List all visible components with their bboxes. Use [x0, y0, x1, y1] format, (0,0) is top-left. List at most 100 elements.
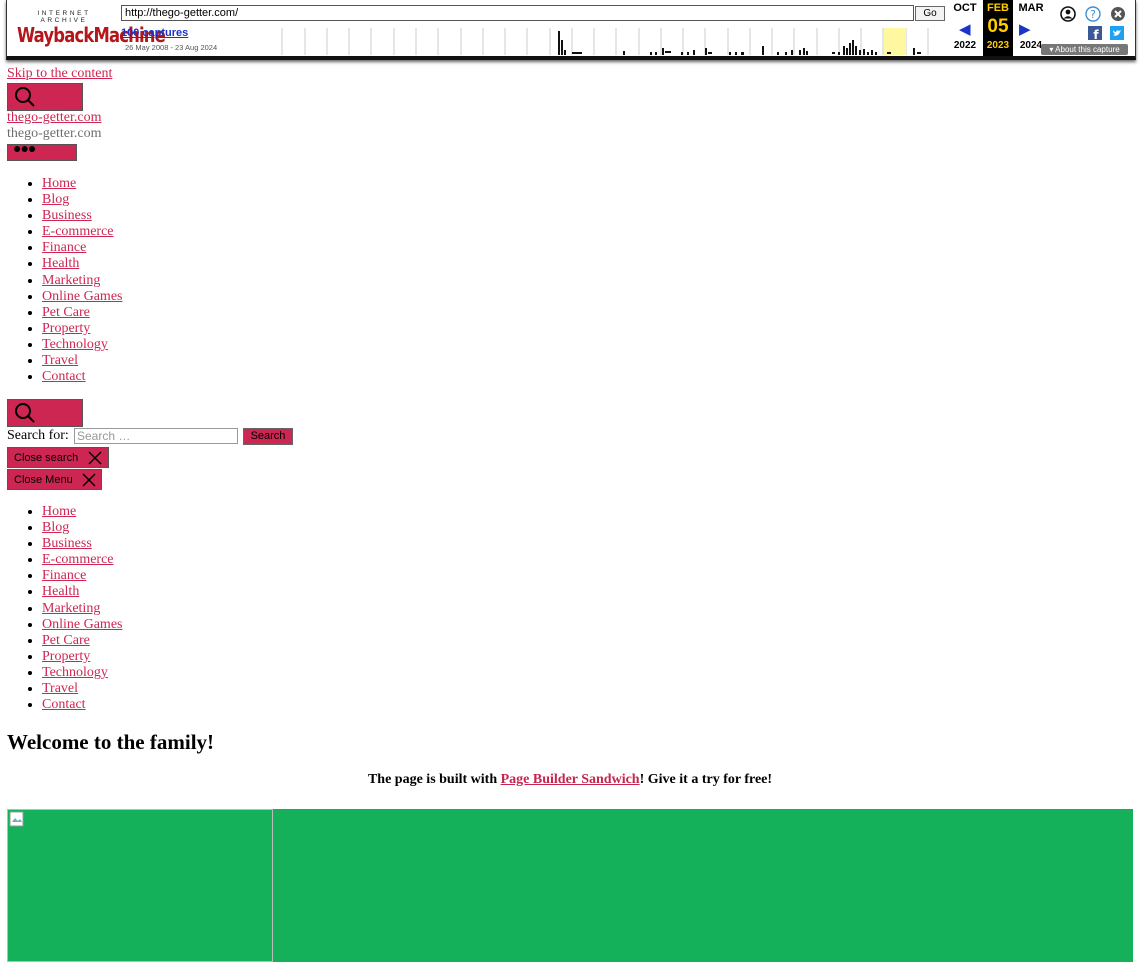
- nav-item: Home: [42, 504, 122, 520]
- builder-notice: The page is built with Page Builder Sand…: [0, 772, 1140, 788]
- next-arrow-icon[interactable]: ▶: [1019, 20, 1031, 38]
- nav-item: Travel: [42, 353, 122, 369]
- search-label: Search for:: [7, 428, 69, 443]
- modal-nav-link-blog[interactable]: Blog: [42, 520, 69, 535]
- help-icon[interactable]: ?: [1085, 6, 1101, 22]
- modal-nav-link-ecommerce[interactable]: E-commerce: [42, 552, 114, 567]
- modal-nav-link-finance[interactable]: Finance: [42, 568, 86, 583]
- close-menu-button[interactable]: Close Menu: [7, 469, 102, 490]
- prev-month-label: OCT: [953, 2, 977, 14]
- nav-link-home[interactable]: Home: [42, 176, 76, 191]
- nav-link-technology[interactable]: Technology: [42, 337, 108, 352]
- modal-nav-link-home[interactable]: Home: [42, 504, 76, 519]
- page-title: Welcome to the family!: [7, 730, 215, 754]
- page-builder-sandwich-link[interactable]: Page Builder Sandwich: [501, 772, 640, 787]
- nav-item: Blog: [42, 520, 122, 536]
- current-capture: FEB 05 2023: [983, 0, 1013, 56]
- nav-link-pet-care[interactable]: Pet Care: [42, 305, 90, 320]
- skip-to-content-link[interactable]: Skip to the content: [7, 66, 112, 82]
- more-dots-icon: ●●●: [13, 142, 36, 157]
- nav-item: Home: [42, 176, 122, 192]
- logo-top-text: INTERNET ARCHIVE: [37, 10, 91, 24]
- svg-text:?: ?: [1090, 8, 1096, 21]
- capture-sparkline[interactable]: [277, 28, 943, 55]
- modal-nav-link-business[interactable]: Business: [42, 536, 92, 551]
- modal-nav-link-pet-care[interactable]: Pet Care: [42, 633, 90, 648]
- modal-nav-link-contact[interactable]: Contact: [42, 697, 86, 712]
- about-capture-label: About this capture: [1055, 45, 1120, 54]
- current-year-label: 2023: [986, 40, 1010, 51]
- nav-item: Technology: [42, 337, 122, 353]
- prev-year-label: 2022: [953, 40, 977, 51]
- logo-main-text: WaybackMachine: [17, 23, 166, 47]
- next-month-label: MAR: [1018, 2, 1044, 14]
- calendar-nav: OCT 2022 ◀ FEB 05 2023 ▶ MAR 2024: [948, 0, 1050, 56]
- about-capture-button[interactable]: ▾ About this capture: [1041, 44, 1128, 55]
- modal-nav-link-technology[interactable]: Technology: [42, 665, 108, 680]
- go-button[interactable]: Go: [915, 6, 945, 21]
- nav-item: Technology: [42, 665, 122, 681]
- nav-item: Pet Care: [42, 305, 122, 321]
- nav-item: Business: [42, 536, 122, 552]
- nav-item: Property: [42, 649, 122, 665]
- wayback-logo[interactable]: INTERNET ARCHIVE WaybackMachine: [17, 6, 166, 47]
- nav-link-property[interactable]: Property: [42, 321, 90, 336]
- nav-item: E-commerce: [42, 224, 122, 240]
- nav-link-marketing[interactable]: Marketing: [42, 273, 100, 288]
- nav-link-blog[interactable]: Blog: [42, 192, 69, 207]
- nav-item: Blog: [42, 192, 122, 208]
- site-title-link[interactable]: thego-getter.com: [7, 110, 101, 126]
- close-search-label: Close search: [14, 452, 79, 464]
- prev-month[interactable]: OCT 2022: [950, 0, 980, 51]
- nav-link-contact[interactable]: Contact: [42, 369, 86, 384]
- menu-toggle-label: Menu: [44, 146, 72, 158]
- search-toggle-label: Search: [38, 96, 73, 108]
- facebook-icon[interactable]: f: [1088, 26, 1102, 40]
- search-modal-toggle-label: Search: [38, 412, 73, 424]
- search-toggle-button[interactable]: Search: [7, 83, 83, 111]
- nav-item: Property: [42, 321, 122, 337]
- nav-link-travel[interactable]: Travel: [42, 353, 78, 368]
- close-icon: [88, 451, 102, 465]
- nav-item: Contact: [42, 369, 122, 385]
- nav-item: Health: [42, 584, 122, 600]
- prev-arrow-icon[interactable]: ◀: [959, 20, 971, 38]
- close-search-button[interactable]: Close search: [7, 447, 109, 468]
- search-submit-button[interactable]: Search: [243, 428, 293, 445]
- nav-item: Business: [42, 208, 122, 224]
- capture-range: 26 May 2008 - 23 Aug 2024: [125, 43, 218, 52]
- nav-item: Contact: [42, 697, 122, 713]
- modal-nav-link-online-games[interactable]: Online Games: [42, 617, 122, 632]
- modal-nav-link-travel[interactable]: Travel: [42, 681, 78, 696]
- next-month[interactable]: MAR 2024: [1016, 0, 1046, 51]
- search-modal-toggle[interactable]: Search: [7, 399, 83, 427]
- current-month-label: FEB: [987, 2, 1009, 14]
- nav-item: Online Games: [42, 617, 122, 633]
- current-day-label: 05: [987, 16, 1009, 37]
- nav-item: Travel: [42, 681, 122, 697]
- nav-link-health[interactable]: Health: [42, 256, 79, 271]
- search-input[interactable]: Search …: [74, 428, 238, 444]
- nav-link-ecommerce[interactable]: E-commerce: [42, 224, 114, 239]
- twitter-icon[interactable]: [1110, 26, 1124, 40]
- user-icon[interactable]: [1060, 6, 1076, 22]
- modal-nav-link-property[interactable]: Property: [42, 649, 90, 664]
- builder-notice-prefix: The page is built with: [367, 772, 501, 787]
- broken-image-icon: [9, 811, 24, 827]
- close-icon[interactable]: [1110, 6, 1126, 22]
- nav-item: Finance: [42, 568, 122, 584]
- search-icon: [15, 403, 35, 423]
- nav-link-finance[interactable]: Finance: [42, 240, 86, 255]
- modal-nav-link-marketing[interactable]: Marketing: [42, 601, 100, 616]
- hero-section: [7, 809, 1133, 962]
- wayback-toolbar: INTERNET ARCHIVE WaybackMachine http://t…: [6, 0, 1136, 60]
- captures-link[interactable]: 100 captures: [121, 27, 188, 39]
- modal-nav-link-health[interactable]: Health: [42, 584, 79, 599]
- url-input[interactable]: http://thego-getter.com/: [121, 5, 914, 21]
- nav-link-business[interactable]: Business: [42, 208, 92, 223]
- nav-item: Online Games: [42, 289, 122, 305]
- close-menu-label: Close Menu: [14, 474, 73, 486]
- menu-toggle-button[interactable]: ●●● Menu: [7, 142, 77, 161]
- close-icon: [82, 473, 96, 487]
- nav-link-online-games[interactable]: Online Games: [42, 289, 122, 304]
